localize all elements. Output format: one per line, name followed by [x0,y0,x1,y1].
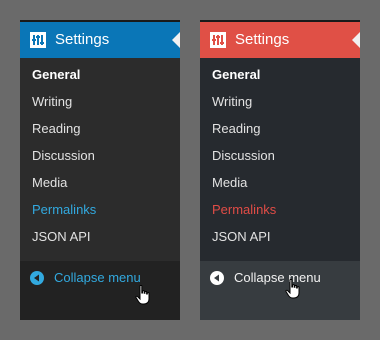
menu-item-media[interactable]: Media [20,174,180,201]
menu-item-media[interactable]: Media [200,174,360,201]
current-page-notch [172,32,180,48]
collapse-menu-label: Collapse menu [234,270,321,285]
menu-item-permalinks[interactable]: Permalinks [20,201,180,228]
hand-pointer-cursor-icon [135,285,150,305]
settings-icon [210,32,226,48]
header-title: Settings [55,31,110,48]
menu-item-writing[interactable]: Writing [200,93,360,120]
menu-item-writing[interactable]: Writing [20,93,180,120]
collapse-menu-label: Collapse menu [54,270,141,285]
menu-item-general[interactable]: General [200,66,360,93]
menu-item-discussion[interactable]: Discussion [200,147,360,174]
admin-sidebar-blue: Settings General Writing Reading Discuss… [20,20,180,320]
menu-item-permalinks[interactable]: Permalinks [200,201,360,228]
collapse-menu-button[interactable]: Collapse menu [20,261,180,320]
collapse-arrow-icon [30,271,44,285]
collapse-menu-button[interactable]: Collapse menu [200,261,360,320]
menu-item-general[interactable]: General [20,66,180,93]
collapse-arrow-icon [210,271,224,285]
menu-item-json-api[interactable]: JSON API [20,228,180,255]
admin-sidebar-red: Settings General Writing Reading Discuss… [200,20,360,320]
menu-item-reading[interactable]: Reading [200,120,360,147]
settings-menu-header[interactable]: Settings [20,22,180,58]
settings-submenu: General Writing Reading Discussion Media… [200,66,360,255]
hand-pointer-cursor-icon [285,279,300,299]
settings-submenu: General Writing Reading Discussion Media… [20,66,180,255]
settings-icon [30,32,46,48]
current-page-notch [352,32,360,48]
header-title: Settings [235,31,290,48]
menu-item-reading[interactable]: Reading [20,120,180,147]
menu-item-json-api[interactable]: JSON API [200,228,360,255]
menu-item-discussion[interactable]: Discussion [20,147,180,174]
settings-menu-header[interactable]: Settings [200,22,360,58]
